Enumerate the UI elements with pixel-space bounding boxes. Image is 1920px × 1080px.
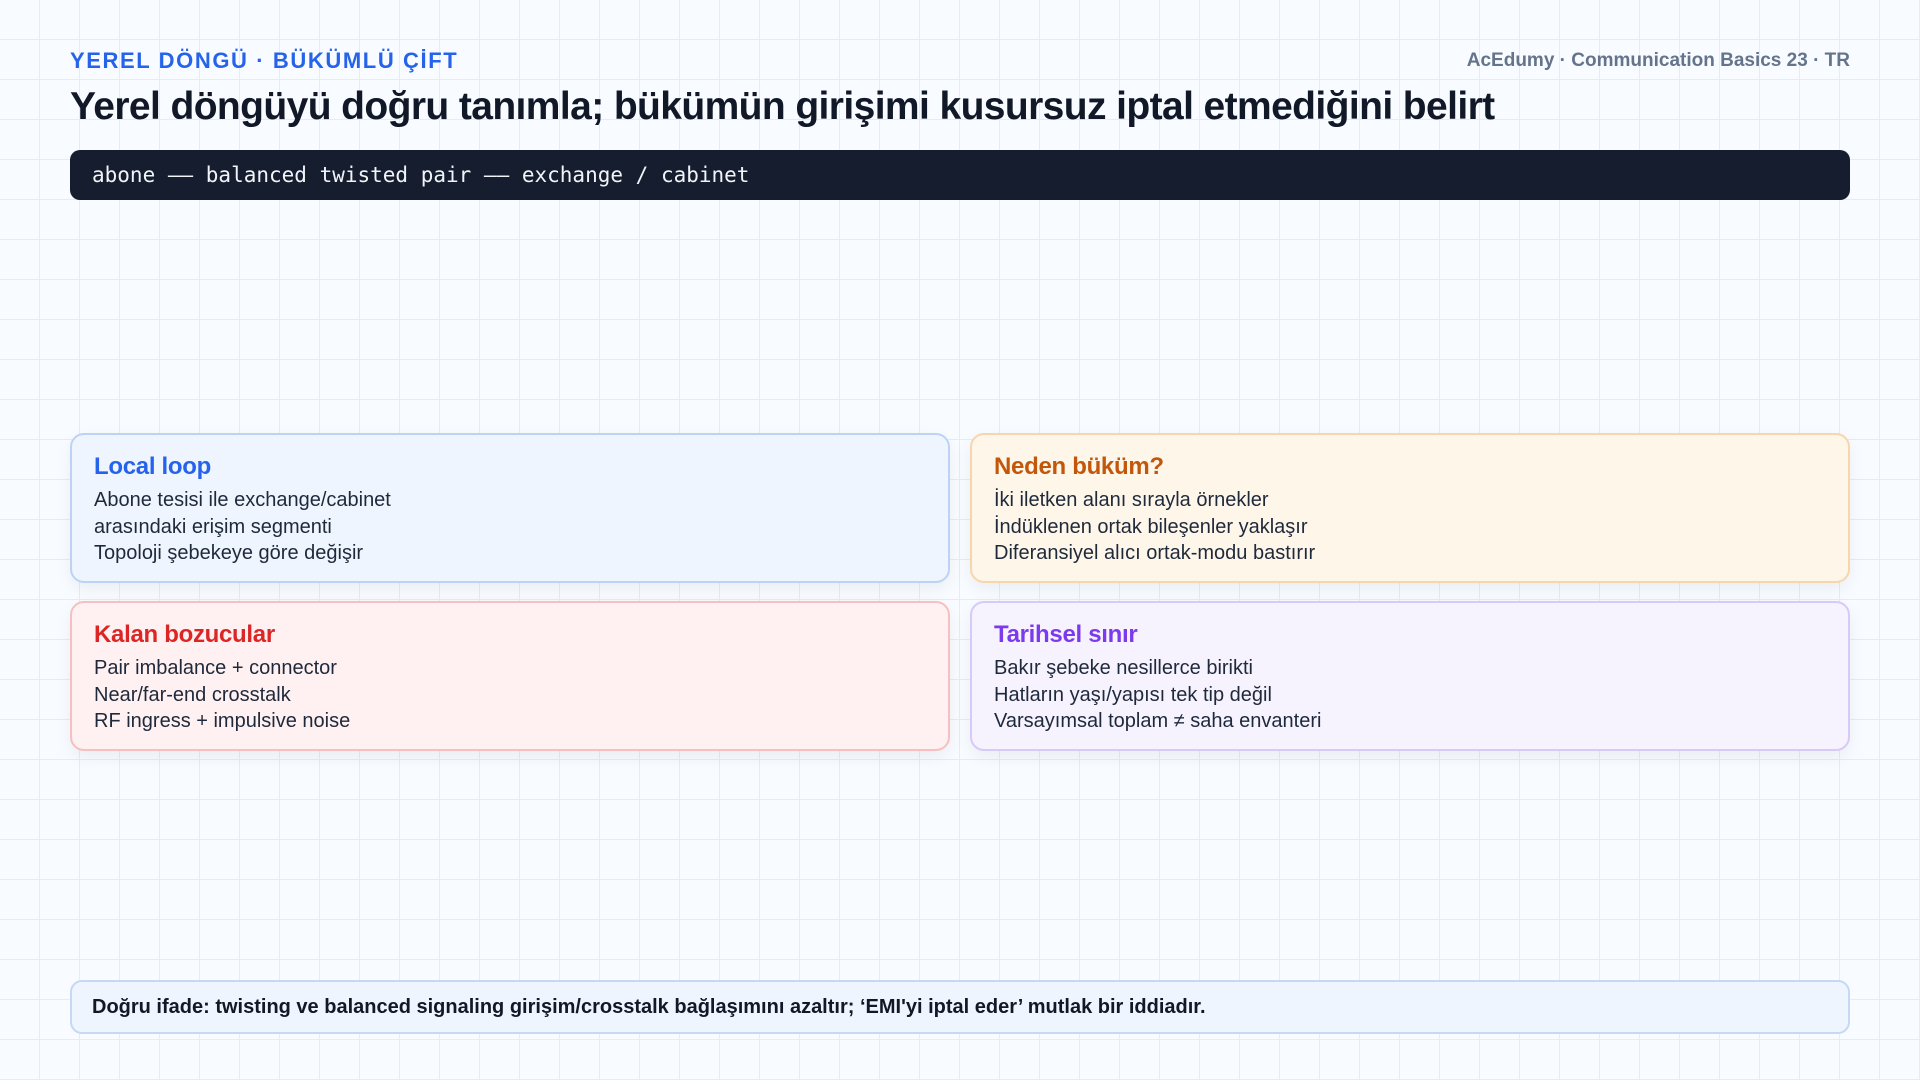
card-why-twist: Neden büküm? İki iletken alanı sırayla ö… <box>970 433 1850 583</box>
section-eyebrow: YEREL DÖNGÜ · BÜKÜMLÜ ÇİFT <box>70 48 459 73</box>
conclusion-note: Doğru ifade: twisting ve balanced signal… <box>70 980 1850 1034</box>
course-brand: AcEdumy · Communication Basics 23 · TR <box>1466 50 1850 71</box>
card-title: Tarihsel sınır <box>994 621 1138 648</box>
card-historical-limit: Tarihsel sınır Bakır şebeke nesillerce b… <box>970 601 1850 751</box>
card-lines: Abone tesisi ile exchange/cabinet arasın… <box>94 487 926 567</box>
card-lines: İki iletken alanı sırayla örnekler İndük… <box>994 487 1826 567</box>
card-remaining-impairments: Kalan bozucular Pair imbalance + connect… <box>70 601 950 751</box>
card-line: Pair imbalance + connector <box>94 657 337 679</box>
card-line: Abone tesisi ile exchange/cabinet <box>94 489 391 511</box>
signal-path-text: abone —— balanced twisted pair —— exchan… <box>92 163 750 187</box>
card-lines: Pair imbalance + connector Near/far-end … <box>94 655 926 735</box>
conclusion-text: Doğru ifade: twisting ve balanced signal… <box>92 995 1206 1018</box>
card-title: Kalan bozucular <box>94 621 275 648</box>
card-line: İndüklenen ortak bileşenler yaklaşır <box>994 515 1308 538</box>
card-line: Bakır şebeke nesillerce birikti <box>994 657 1253 679</box>
card-line: Diferansiyel alıcı ortak-modu bastırır <box>994 542 1316 564</box>
card-line: RF ingress + impulsive noise <box>94 710 351 732</box>
card-line: Hatların yaşı/yapısı tek tip değil <box>994 683 1272 706</box>
page-title: Yerel döngüyü doğru tanımla; bükümün gir… <box>70 85 1495 128</box>
card-line: arasındaki erişim segmenti <box>94 515 332 538</box>
card-title: Local loop <box>94 453 212 480</box>
card-local-loop: Local loop Abone tesisi ile exchange/cab… <box>70 433 950 583</box>
card-title: Neden büküm? <box>994 453 1164 480</box>
card-lines: Bakır şebeke nesillerce birikti Hatların… <box>994 655 1826 735</box>
card-line: Near/far-end crosstalk <box>94 683 291 706</box>
signal-path-banner: abone —— balanced twisted pair —— exchan… <box>70 150 1850 200</box>
card-line: Varsayımsal toplam ≠ saha envanteri <box>994 710 1322 732</box>
card-line: Topoloji şebekeye göre değişir <box>94 542 364 564</box>
card-line: İki iletken alanı sırayla örnekler <box>994 489 1269 511</box>
info-card-grid: Local loop Abone tesisi ile exchange/cab… <box>70 433 1850 751</box>
